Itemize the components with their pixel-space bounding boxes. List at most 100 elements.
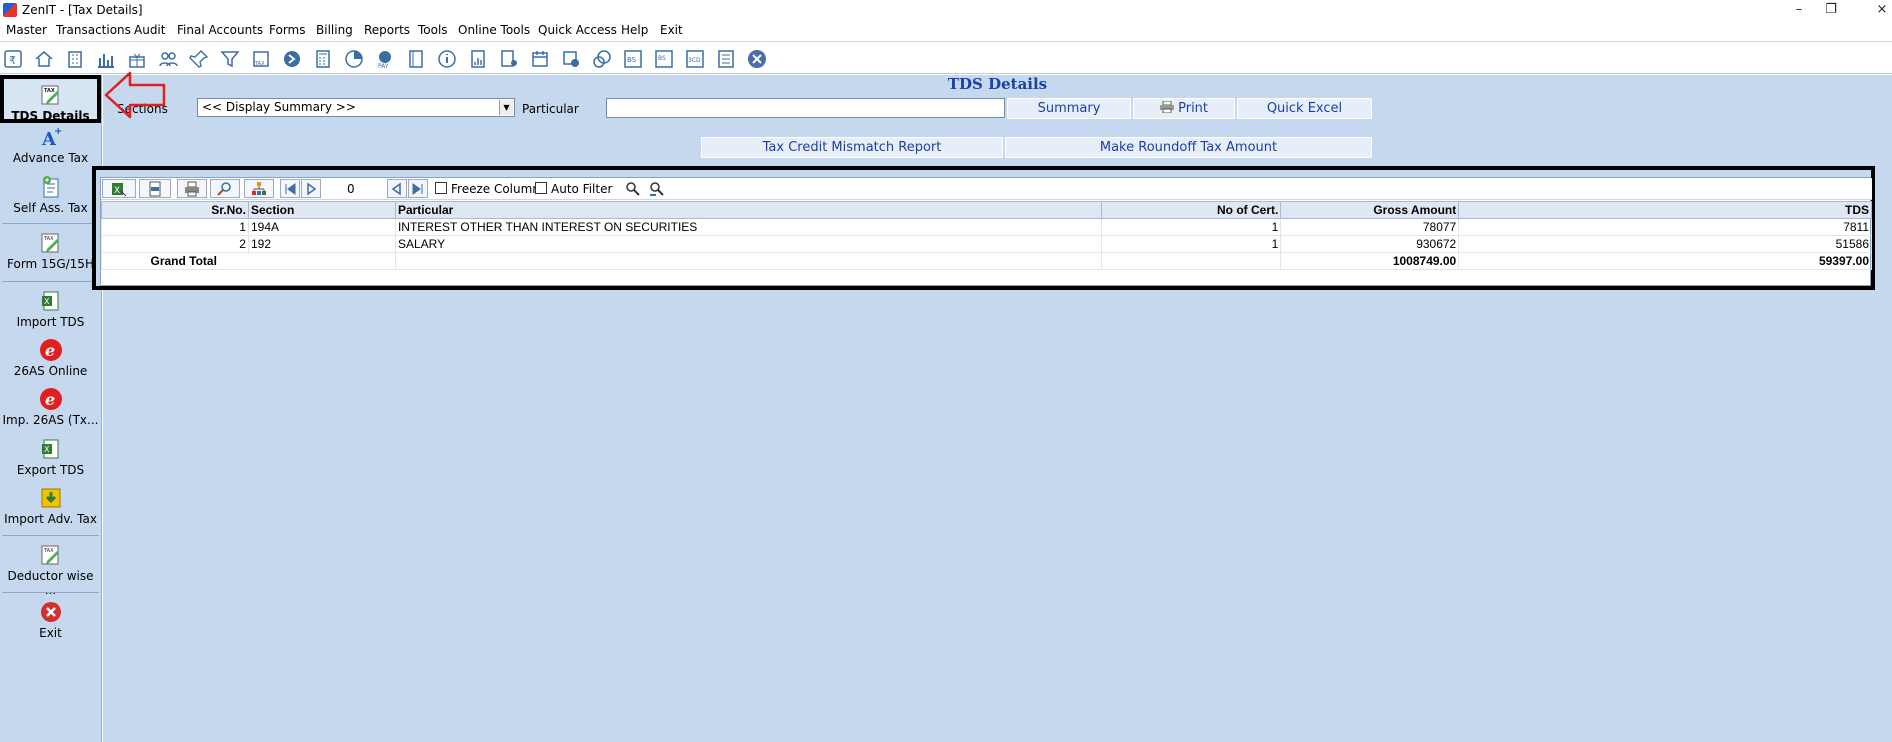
cell-particular[interactable]: SALARY bbox=[394, 235, 1103, 253]
menu-master[interactable]: Master bbox=[6, 23, 47, 37]
info-icon[interactable] bbox=[436, 48, 458, 70]
zoom-icon[interactable] bbox=[210, 179, 240, 198]
column-header-no-of-cert[interactable]: No of Cert. bbox=[1101, 201, 1282, 219]
cell-srno[interactable]: 1 bbox=[101, 218, 249, 236]
table-row[interactable]: 2 192 SALARY 1 930672 51586 bbox=[101, 235, 1872, 253]
sidebar-item-label: Import TDS bbox=[16, 315, 85, 329]
cell-section[interactable]: 192 bbox=[247, 235, 396, 253]
menu-billing[interactable]: Billing bbox=[316, 23, 353, 37]
menu-reports[interactable]: Reports bbox=[364, 23, 410, 37]
column-header-particular[interactable]: Particular bbox=[394, 201, 1103, 219]
arrow-circle-icon[interactable] bbox=[281, 48, 303, 70]
menu-quick-access[interactable]: Quick Access bbox=[538, 23, 617, 37]
menu-online-tools[interactable]: Online Tools bbox=[458, 23, 530, 37]
rupee-icon[interactable]: ₹ bbox=[2, 48, 24, 70]
grid-report-icon[interactable] bbox=[715, 48, 737, 70]
find-icon[interactable] bbox=[623, 179, 643, 198]
pdf-icon[interactable] bbox=[139, 179, 171, 198]
minimize-button[interactable]: – bbox=[1786, 1, 1812, 19]
sections-select[interactable]: << Display Summary >> ▼ bbox=[197, 98, 515, 117]
column-header-gross-amount[interactable]: Gross Amount bbox=[1280, 201, 1460, 219]
pin-icon[interactable] bbox=[188, 48, 210, 70]
roundoff-tax-button[interactable]: Make Roundoff Tax Amount bbox=[1005, 137, 1372, 158]
bs2-icon[interactable]: BS bbox=[653, 48, 675, 70]
svg-text:₹: ₹ bbox=[9, 54, 16, 67]
sidebar-item-import-tds[interactable]: X Import TDS bbox=[0, 289, 101, 329]
home-icon[interactable] bbox=[33, 48, 55, 70]
3cd-icon[interactable]: 3CD bbox=[684, 48, 706, 70]
cell-gross-amount[interactable]: 78077 bbox=[1280, 218, 1460, 236]
column-header-srno[interactable]: Sr.No. bbox=[101, 201, 249, 219]
quick-excel-button[interactable]: Quick Excel bbox=[1237, 98, 1372, 119]
bs-icon[interactable]: BS bbox=[622, 48, 644, 70]
print-button[interactable]: Print bbox=[1133, 98, 1235, 119]
sidebar-item-26as-online[interactable]: e 26AS Online bbox=[0, 338, 101, 378]
transfer-icon[interactable] bbox=[560, 48, 582, 70]
freeze-column-checkbox[interactable] bbox=[435, 182, 447, 194]
cell-no-of-cert[interactable]: 1 bbox=[1101, 235, 1282, 253]
cell-no-of-cert[interactable]: 1 bbox=[1101, 218, 1282, 236]
close-circle-icon[interactable] bbox=[746, 48, 768, 70]
close-button[interactable]: × bbox=[1869, 1, 1892, 19]
filter-icon[interactable] bbox=[219, 48, 241, 70]
auto-filter-checkbox[interactable] bbox=[535, 182, 547, 194]
sidebar-item-self-ass-tax[interactable]: Self Ass. Tax bbox=[0, 175, 101, 215]
next-page-icon[interactable] bbox=[387, 179, 407, 198]
tax-credit-mismatch-button[interactable]: Tax Credit Mismatch Report bbox=[701, 137, 1003, 158]
svg-text:X: X bbox=[114, 186, 120, 196]
sidebar-item-tds-details[interactable]: TAX TDS Details bbox=[0, 75, 101, 123]
svg-text:TAX: TAX bbox=[43, 548, 54, 554]
column-header-tds[interactable]: TDS bbox=[1458, 201, 1872, 219]
bar-chart-icon[interactable] bbox=[95, 48, 117, 70]
column-header-section[interactable]: Section bbox=[247, 201, 396, 219]
tax-icon[interactable]: TAX bbox=[250, 48, 272, 70]
prev-page-icon[interactable] bbox=[301, 179, 321, 198]
menu-final-accounts[interactable]: Final Accounts bbox=[177, 23, 263, 37]
user-report-icon[interactable] bbox=[498, 48, 520, 70]
menu-exit[interactable]: Exit bbox=[660, 23, 683, 37]
excel-export-icon[interactable]: X bbox=[102, 179, 136, 198]
sidebar-item-import-adv-tax[interactable]: Import Adv. Tax bbox=[0, 486, 101, 526]
report-icon[interactable] bbox=[467, 48, 489, 70]
sidebar-item-export-tds[interactable]: X Export TDS bbox=[0, 437, 101, 477]
restore-button[interactable]: ❐ bbox=[1818, 1, 1844, 19]
cell-tds[interactable]: 51586 bbox=[1458, 235, 1872, 253]
chevron-down-icon[interactable]: ▼ bbox=[499, 100, 513, 115]
print-icon[interactable] bbox=[177, 179, 207, 198]
e-icon: e bbox=[39, 339, 62, 361]
menu-forms[interactable]: Forms bbox=[269, 23, 305, 37]
cell-particular[interactable]: INTEREST OTHER THAN INTEREST ON SECURITI… bbox=[394, 218, 1103, 236]
hierarchy-icon[interactable] bbox=[244, 179, 274, 198]
cell-tds[interactable]: 7811 bbox=[1458, 218, 1872, 236]
pay-icon[interactable]: PAY bbox=[374, 48, 396, 70]
exit-icon bbox=[40, 602, 61, 622]
menu-tools[interactable]: Tools bbox=[418, 23, 448, 37]
transfer-circle-icon[interactable] bbox=[591, 48, 613, 70]
building-icon[interactable] bbox=[64, 48, 86, 70]
sidebar-item-imp-26as[interactable]: e Imp. 26AS (Tx... bbox=[0, 387, 101, 427]
calendar-icon[interactable] bbox=[529, 48, 551, 70]
cell-gross-amount[interactable]: 930672 bbox=[1280, 235, 1460, 253]
particular-input[interactable] bbox=[606, 98, 1005, 118]
sidebar-item-advance-tax[interactable]: A + Advance Tax bbox=[0, 125, 101, 165]
first-page-icon[interactable] bbox=[280, 179, 300, 198]
menu-audit[interactable]: Audit bbox=[134, 23, 165, 37]
find-next-icon[interactable] bbox=[647, 179, 667, 198]
last-page-icon[interactable] bbox=[408, 179, 428, 198]
summary-button[interactable]: Summary bbox=[1007, 98, 1131, 119]
sidebar-item-exit[interactable]: Exit bbox=[0, 600, 101, 640]
gift-icon[interactable] bbox=[126, 48, 148, 70]
pie-chart-icon[interactable] bbox=[343, 48, 365, 70]
book-icon[interactable] bbox=[405, 48, 427, 70]
cell-srno[interactable]: 2 bbox=[101, 235, 249, 253]
cell-section[interactable]: 194A bbox=[247, 218, 396, 236]
table-row[interactable]: 1 194A INTEREST OTHER THAN INTEREST ON S… bbox=[101, 218, 1872, 236]
menu-help[interactable]: Help bbox=[621, 23, 648, 37]
svg-text:e: e bbox=[45, 390, 55, 409]
sidebar-item-deductor-wise[interactable]: TAX Deductor wise ... bbox=[0, 543, 101, 597]
sidebar-item-form-15g-15h[interactable]: TAX Form 15G/15H bbox=[0, 231, 101, 271]
svg-text:BS: BS bbox=[658, 55, 666, 62]
calculator-icon[interactable] bbox=[312, 48, 334, 70]
users-icon[interactable] bbox=[157, 48, 179, 70]
menu-transactions[interactable]: Transactions bbox=[56, 23, 131, 37]
